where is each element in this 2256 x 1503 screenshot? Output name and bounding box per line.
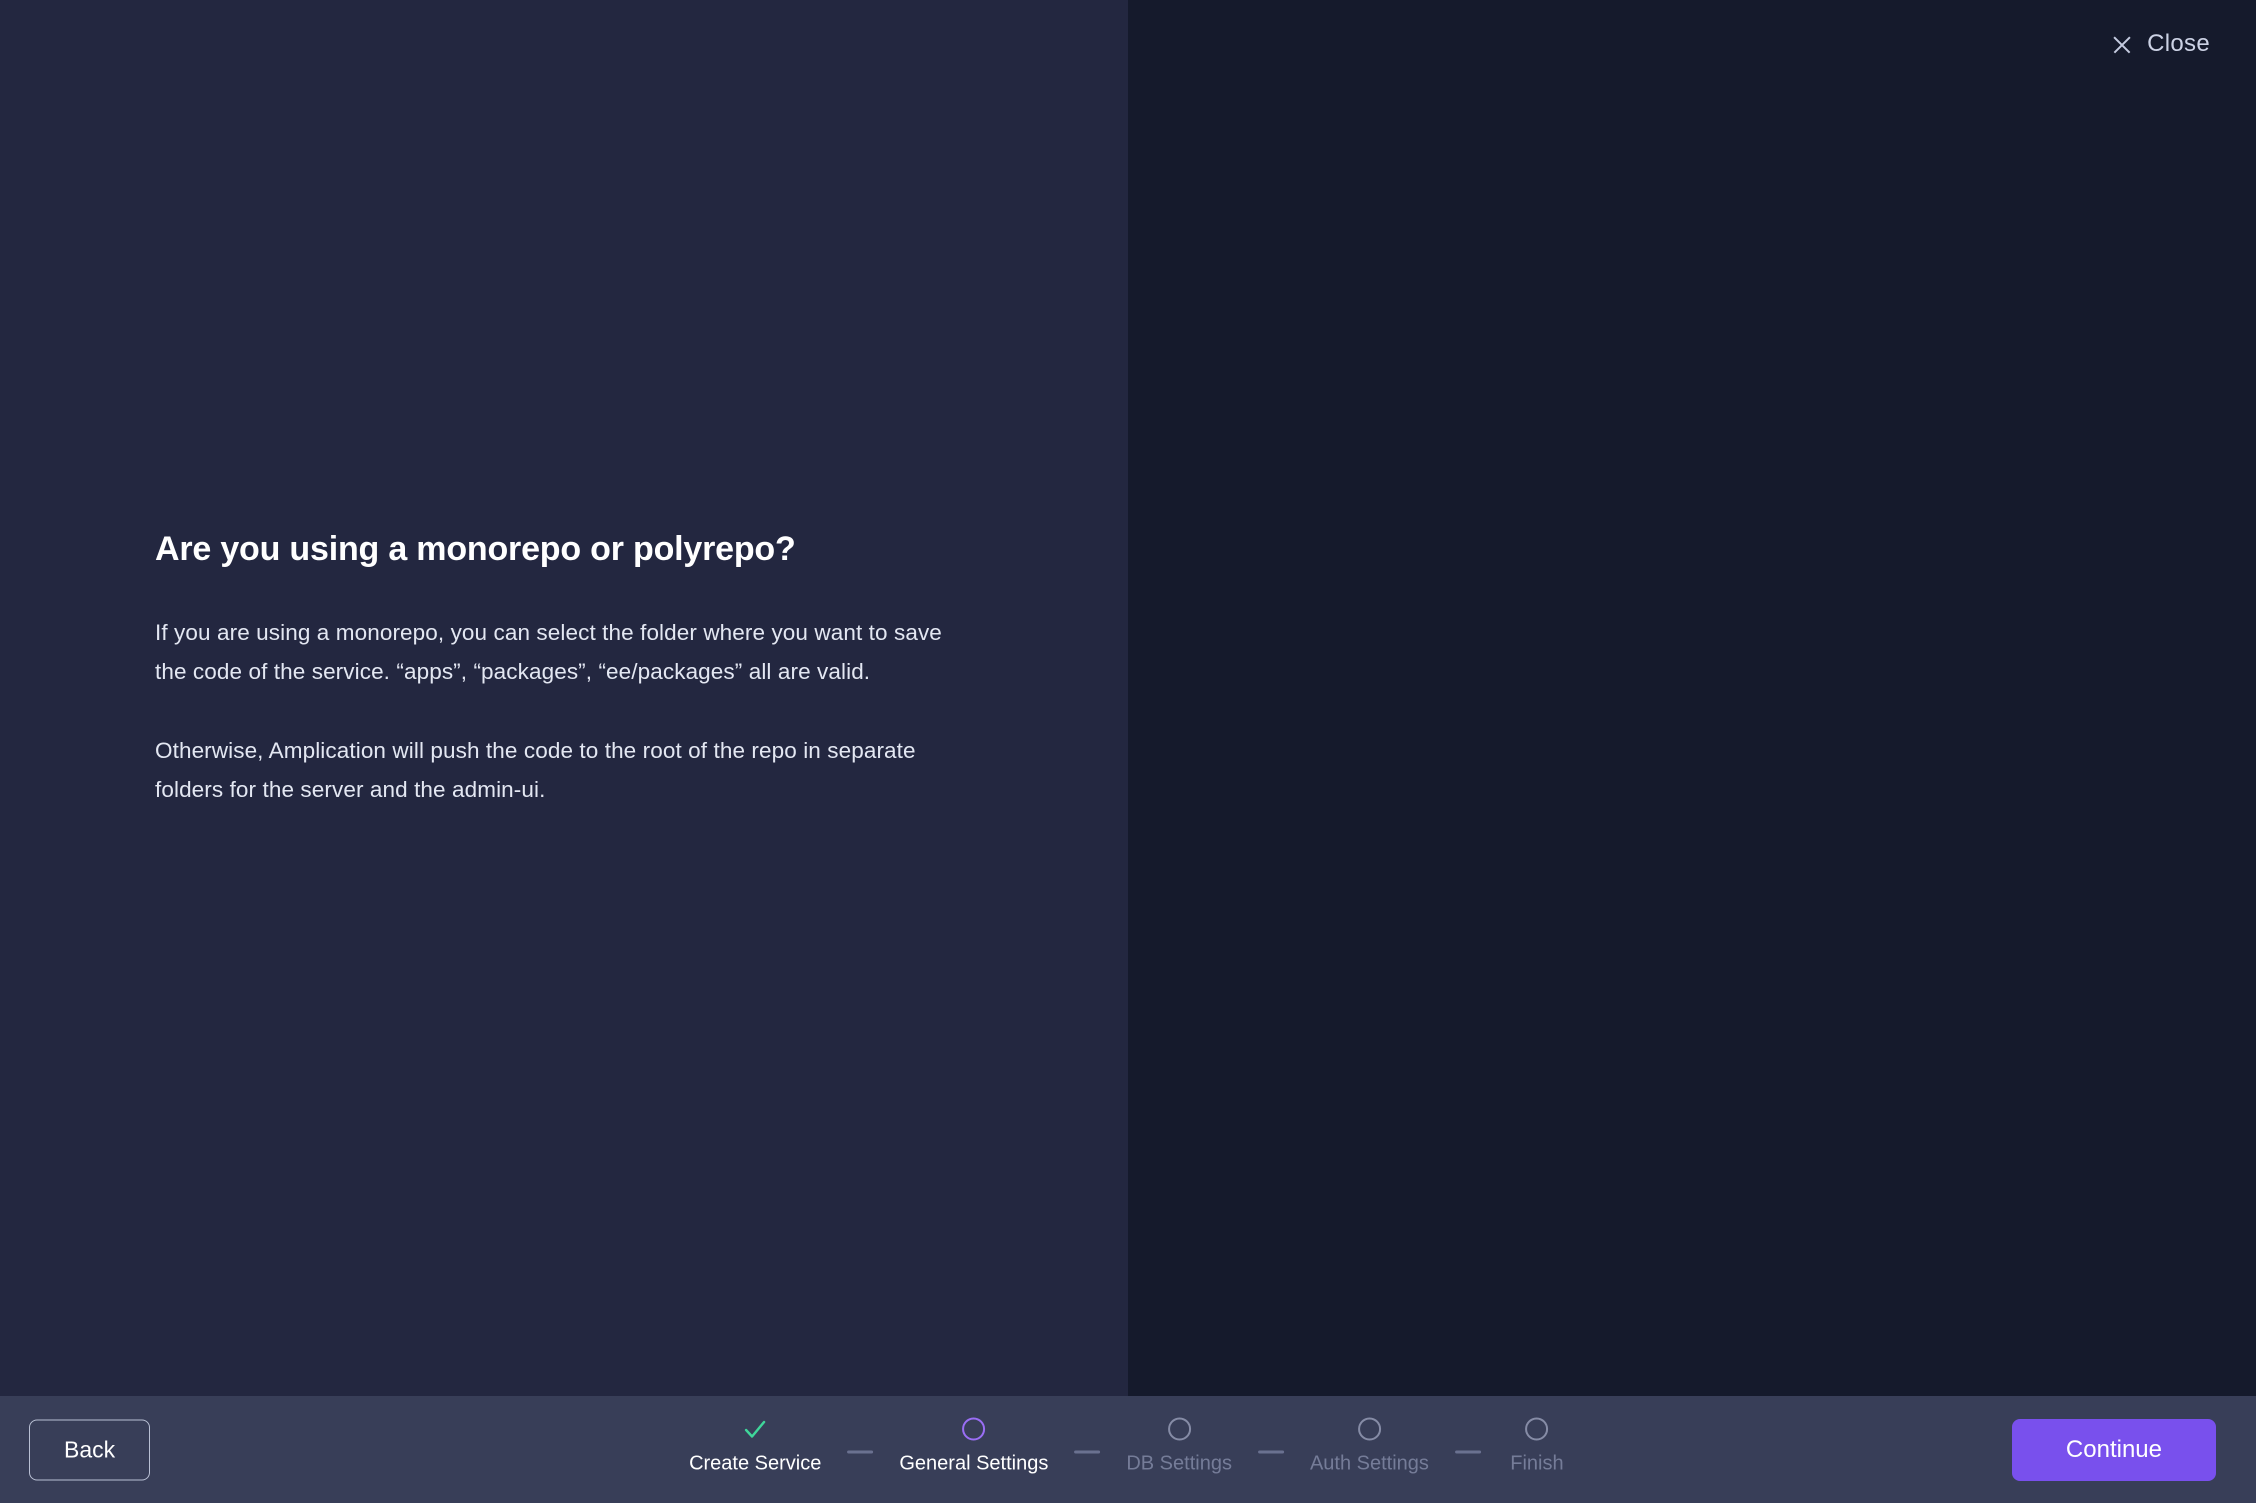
right-options-pane: Close Monorepo Generate the service into…	[1128, 0, 2256, 1396]
continue-button[interactable]: Continue	[2011, 1418, 2216, 1481]
left-info-pane: Are you using a monorepo or polyrepo? If…	[0, 0, 1128, 1396]
wizard-footer: Back Create Service General Settings DB …	[0, 1396, 2256, 1503]
back-button[interactable]: Back	[29, 1419, 151, 1480]
step-circle-icon	[1525, 1412, 1549, 1446]
step-general-settings[interactable]: General Settings	[899, 1412, 1048, 1475]
step-connector	[1257, 1450, 1284, 1453]
close-button-label: Close	[2147, 30, 2210, 57]
step-connector	[847, 1450, 874, 1453]
description-paragraph-1: If you are using a monorepo, you can sel…	[155, 620, 942, 684]
page-title: Are you using a monorepo or polyrepo?	[155, 530, 796, 568]
step-label: Create Service	[689, 1452, 822, 1474]
wizard-body: Are you using a monorepo or polyrepo? If…	[0, 0, 2256, 1396]
step-db-settings[interactable]: DB Settings	[1126, 1412, 1232, 1475]
close-x-icon	[2111, 33, 2133, 55]
step-auth-settings[interactable]: Auth Settings	[1310, 1412, 1429, 1475]
close-button[interactable]: Close	[2101, 22, 2220, 66]
step-circle-icon	[1357, 1412, 1381, 1446]
check-icon	[742, 1412, 768, 1446]
step-circle-icon	[1167, 1412, 1191, 1446]
step-label: Auth Settings	[1309, 1452, 1429, 1474]
service-wizard-dialog: Are you using a monorepo or polyrepo? If…	[0, 0, 2256, 1503]
left-info-content: Are you using a monorepo or polyrepo? If…	[155, 530, 975, 809]
wizard-stepper: Create Service General Settings DB Setti…	[689, 1412, 1567, 1475]
step-label: Finish	[1510, 1452, 1564, 1474]
step-finish[interactable]: Finish	[1507, 1412, 1567, 1475]
step-label: General Settings	[899, 1452, 1049, 1474]
description-paragraph-2: Otherwise, Amplication will push the cod…	[155, 738, 916, 802]
step-connector	[1454, 1450, 1481, 1453]
step-connector	[1074, 1450, 1101, 1453]
step-create-service[interactable]: Create Service	[689, 1412, 821, 1475]
step-circle-icon	[962, 1412, 986, 1446]
step-label: DB Settings	[1126, 1452, 1232, 1474]
